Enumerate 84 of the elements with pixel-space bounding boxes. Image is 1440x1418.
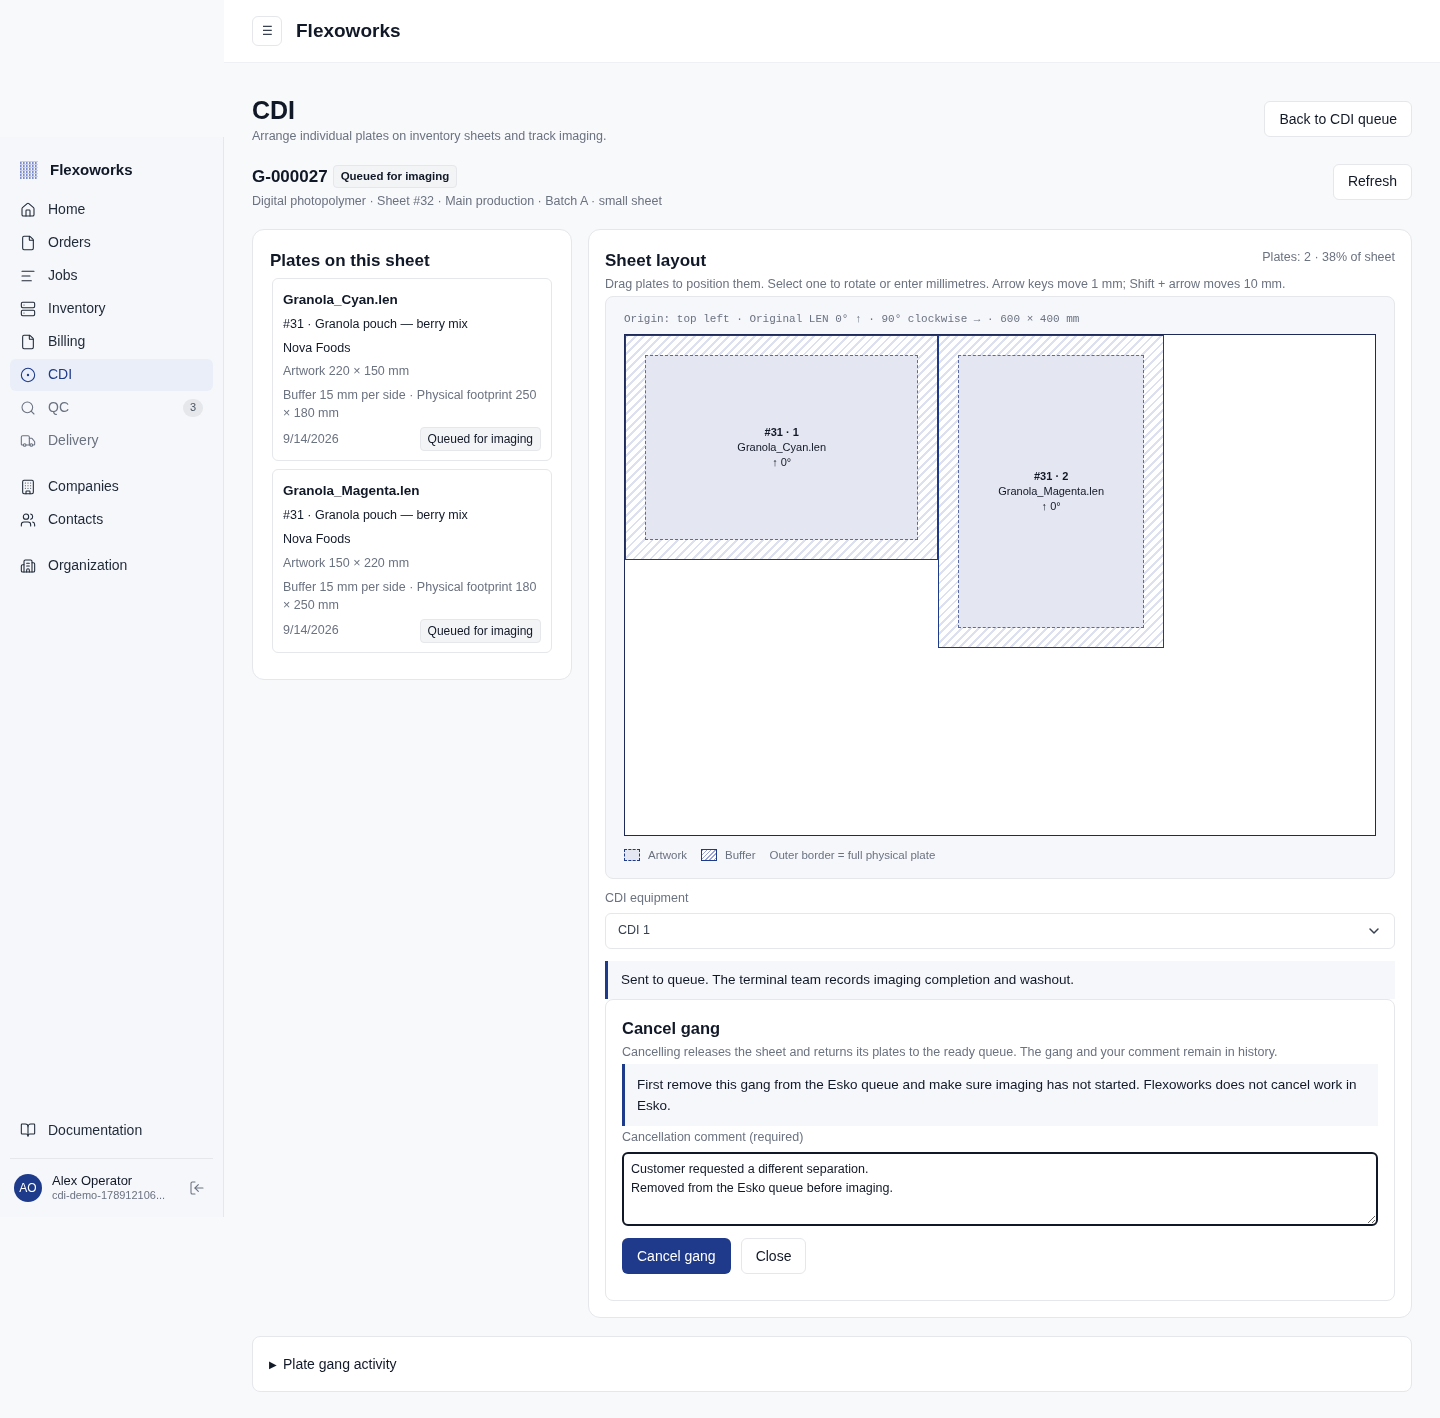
origin-note: Origin: top left · Original LEN 0° ↑ · 90° clockwise → · 600 × 400 mm [624,312,1081,328]
plate-company: Nova Foods [283,339,352,357]
plate-label: #31 · 1 [764,425,799,441]
sidebar-brand: Flexoworks [50,160,133,180]
plate-label: #31 · 2 [1034,468,1069,484]
target-icon [20,366,36,383]
page-title: CDI [252,95,297,125]
buffer-swatch-icon [701,849,717,862]
plate-name: Granola_Cyan.len [283,290,399,309]
card-description: Cancelling releases the sheet and returns its plates to the ready queue. The gang and your comment remain in history. [622,1043,1279,1061]
sidebar-item[interactable]: Jobs [10,259,213,292]
home-icon [20,201,36,218]
user-name: Alex Operator [52,1173,134,1190]
legend-label: Artwork [648,847,687,863]
close-button[interactable]: Close [740,1238,807,1275]
truck-icon [20,432,36,449]
logo-icon [20,161,38,180]
plate-card[interactable]: Granola_Cyan.len #31 · Granola pouch — berry mix Nova Foods Artwork 220 × 150 mm Buffer 15 mm per side · Physical footprint 250 × 180 mm 9/14/2026 Queued for imaging [272,277,552,461]
org-icon [20,557,36,574]
refresh-button[interactable]: Refresh [1332,163,1412,200]
count-badge: 3 [183,398,203,417]
cancel-gang-button[interactable]: Cancel gang [622,1238,731,1275]
sidebar-item[interactable]: Inventory [10,292,213,325]
file-icon [20,333,36,350]
plate-card[interactable]: Granola_Magenta.len #31 · Granola pouch — berry mix Nova Foods Artwork 150 × 220 mm Buffer 15 mm per side · Physical footprint 180 × 250 mm 9/14/2026 Queued for imaging [272,469,552,653]
layout-hint: Drag plates to position them. Select one to rotate or enter millimetres. Arrow keys move 1 mm; Shift + arrow moves 10 mm. [605,275,1287,293]
plate-date: 9/14/2026 [283,622,339,640]
page-subtitle: Arrange individual plates on inventory sheets and track imaging. [252,128,607,145]
plate-name: Granola_Magenta.len [283,482,421,500]
plate-buffer: Buffer 15 mm per side · Physical footprint 250 × 180 mm [283,387,538,422]
status-badge: Queued for imaging [419,427,541,451]
status-badge: Queued for imaging [419,618,541,643]
plate-rotation: ↑ 0° [1041,498,1061,514]
book-icon [20,1122,36,1138]
plate[interactable]: #31 · 1 Granola_Cyan.len ↑ 0° [625,334,939,561]
legend-note: Outer border = full physical plate [769,847,936,863]
comment-field[interactable]: Customer requested a different separation. Removed from the Esko queue before imaging. [622,1152,1378,1227]
plate-job: #31 · Granola pouch — berry mix [283,315,469,333]
sidebar-item[interactable]: Orders [10,226,213,259]
sidebar-item[interactable]: Companies [10,470,213,503]
sidebar-item[interactable]: CDI [10,358,213,391]
equipment-select[interactable]: CDI 1 [605,912,1395,949]
sidebar-item[interactable]: Home [10,193,213,226]
search-icon [20,399,36,416]
legend-label: Buffer [725,847,756,863]
panel-title: Plates on this sheet [270,250,431,272]
building-icon [20,478,36,495]
gang-code: G-000027 [252,165,328,188]
disclosure-marker: ▶ [269,1357,277,1372]
activity-section[interactable]: ▶ Plate gang activity [252,1336,1412,1393]
users-icon [20,511,36,528]
app-title: Flexoworks [296,18,401,43]
panel-title: Sheet layout [605,250,707,272]
documentation-link[interactable]: Documentation [10,1114,213,1146]
plate-artwork: Artwork 220 × 150 mm [283,363,411,381]
plate-job: #31 · Granola pouch — berry mix [283,507,469,525]
field-label: CDI equipment [605,890,690,907]
status-badge: Queued for imaging [332,164,458,189]
card-title: Cancel gang [622,1018,722,1039]
section-label: Plate gang activity [283,1354,397,1374]
plate[interactable]: #31 · 2 Granola_Magenta.len ↑ 0° [938,334,1164,649]
user-id: cdi-demo-178912106... [52,1189,167,1203]
artwork-swatch-icon [624,849,640,862]
plate-buffer: Buffer 15 mm per side · Physical footprint 180 × 250 mm [283,578,538,614]
stack-icon [20,300,36,317]
warning-banner: First remove this gang from the Esko queue and make sure imaging has not started. Flexoworks does not cancel work in Esko. [622,1063,1378,1126]
sidebar-item[interactable]: Organization [10,549,213,582]
menu-button[interactable]: ☰ [252,16,282,46]
notice-banner: Sent to queue. The terminal team records imaging completion and washout. [605,960,1395,999]
gang-meta: Digital photopolymer · Sheet #32 · Main production · Batch A · small sheet [252,193,662,211]
layout-summary: Plates: 2 · 38% of sheet [1262,249,1395,266]
sidebar-item[interactable]: Billing [10,325,213,358]
file-icon [20,234,36,251]
plate-rotation: ↑ 0° [772,455,792,471]
plate-company: Nova Foods [283,531,352,548]
field-label: Cancellation comment (required) [622,1128,805,1146]
exit-icon [189,1180,205,1196]
user-avatar: AO [14,1174,42,1202]
sidebar-item[interactable]: Contacts [10,503,213,536]
plate-name: Granola_Cyan.len [737,440,826,456]
plate-date: 9/14/2026 [283,430,339,448]
plate-artwork: Artwork 150 × 220 mm [283,554,411,572]
back-button[interactable]: Back to CDI queue [1264,101,1412,137]
plate-name: Granola_Magenta.len [998,483,1104,499]
